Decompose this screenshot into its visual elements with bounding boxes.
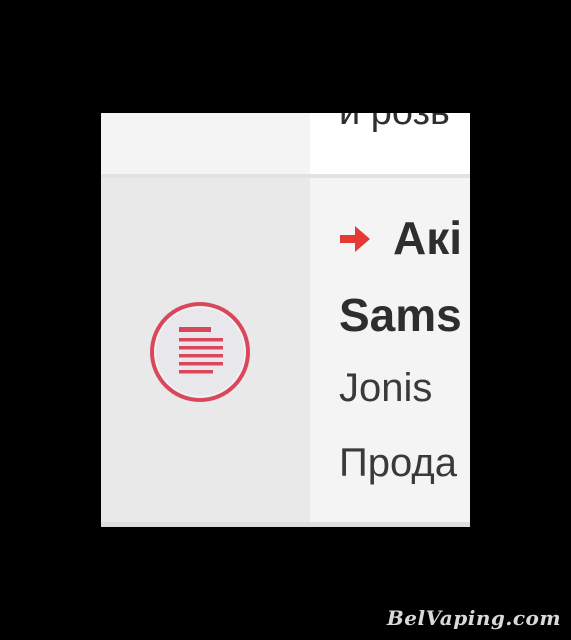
- watermark-logo: BelVaping.com: [386, 606, 561, 630]
- thread-forum[interactable]: Прода: [339, 438, 457, 488]
- row-divider: [101, 522, 470, 527]
- thread-title-continued[interactable]: Sams: [339, 287, 462, 343]
- list-item[interactable]: Акі Sams Jonis Прода: [101, 178, 470, 522]
- arrow-right-icon: [340, 226, 370, 252]
- thread-text-column: Акі Sams Jonis Прода: [310, 178, 470, 522]
- thread-icon-column: [101, 113, 310, 174]
- list-item[interactable]: и розь: [101, 113, 470, 174]
- thread-author[interactable]: Jonis: [339, 363, 432, 413]
- document-icon: [150, 302, 250, 402]
- thread-snippet: и розь: [339, 113, 450, 134]
- thread-title[interactable]: Акі: [393, 210, 462, 266]
- thread-list: и розь Акі Sams Jonis Прода: [101, 113, 470, 527]
- thread-text-column: и розь: [310, 113, 470, 174]
- thread-icon-column: [101, 178, 310, 522]
